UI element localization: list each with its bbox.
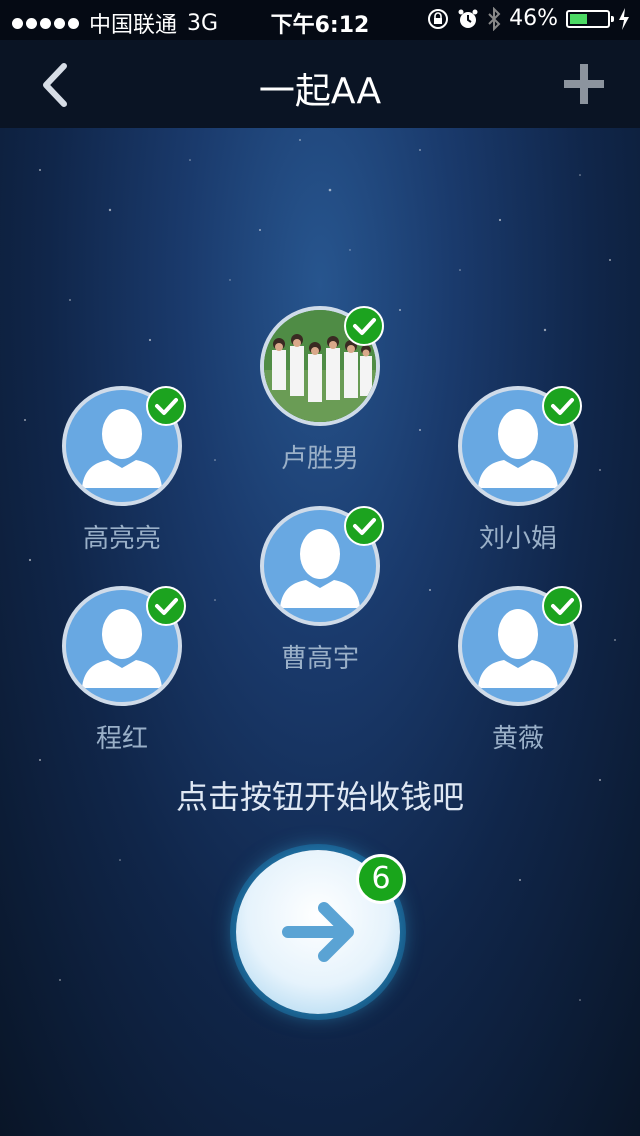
member-name: 程红 — [95, 724, 148, 754]
battery-icon — [566, 9, 614, 28]
check-icon — [344, 306, 384, 346]
start-prompt: 点击按钮开始收钱吧 — [175, 778, 464, 816]
add-member-button[interactable] — [562, 62, 606, 106]
check-icon — [344, 506, 384, 546]
charging-icon — [619, 7, 629, 30]
member-card[interactable]: 卢胜男 — [220, 306, 420, 475]
member-name: 黄薇 — [491, 724, 544, 754]
check-icon — [146, 386, 186, 426]
member-card[interactable]: 曹高宇 — [220, 506, 420, 675]
status-bar: 中国联通 3G 下午6:12 46% — [0, 0, 640, 40]
bluetooth-icon — [488, 6, 501, 31]
check-icon — [542, 386, 582, 426]
page-title: 一起AA — [258, 71, 382, 112]
start-collection-area: 6 — [236, 850, 406, 1020]
rotation-lock-icon — [428, 8, 449, 29]
member-card[interactable]: 高亮亮 — [22, 386, 222, 555]
member-name: 卢胜男 — [280, 444, 359, 474]
member-card[interactable]: 刘小娟 — [418, 386, 618, 555]
member-name: 曹高宇 — [280, 644, 359, 674]
alarm-icon — [458, 9, 478, 28]
member-card[interactable]: 程红 — [22, 586, 222, 755]
check-icon — [146, 586, 186, 626]
check-icon — [542, 586, 582, 626]
member-name: 高亮亮 — [82, 524, 161, 554]
member-card[interactable]: 黄薇 — [418, 586, 618, 755]
battery-percent: 46% — [509, 6, 558, 31]
navigation-bar: 一起AA — [0, 40, 640, 128]
member-name: 刘小娟 — [478, 524, 557, 554]
member-count-badge: 6 — [356, 854, 406, 904]
